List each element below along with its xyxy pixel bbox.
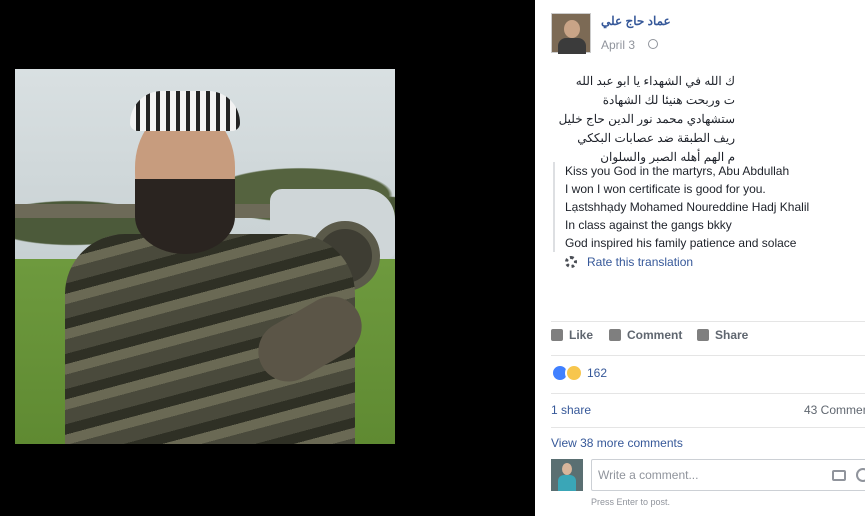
- author-name[interactable]: عماد حاج علي: [601, 14, 671, 28]
- comments-count[interactable]: 43 Commen: [804, 403, 865, 417]
- photo-person-scarf: [130, 91, 240, 131]
- avatar-body: [558, 475, 576, 491]
- author-avatar[interactable]: [551, 13, 591, 54]
- press-enter-hint: Press Enter to post.: [591, 497, 671, 507]
- arabic-line: ريف الطبقة ضد عصابات البككي: [577, 131, 735, 145]
- globe-icon: [648, 39, 658, 49]
- post-arabic-text: ك الله في الشهداء يا ابو عبد الله ت وربح…: [535, 72, 735, 167]
- comment-box[interactable]: [591, 459, 865, 491]
- translation-line: In class against the gangs bkky: [565, 218, 732, 232]
- divider: [551, 321, 865, 322]
- like-button[interactable]: Like: [551, 328, 593, 342]
- comment-input[interactable]: [598, 468, 818, 482]
- divider: [551, 355, 865, 356]
- like-label: Like: [569, 328, 594, 342]
- avatar-face: [564, 20, 580, 38]
- comment-button[interactable]: Comment: [609, 328, 682, 342]
- comment-label: Comment: [627, 328, 683, 342]
- divider: [551, 393, 865, 394]
- emoji-icon[interactable]: [856, 468, 865, 482]
- translation-line: God inspired his family patience and sol…: [565, 236, 797, 250]
- arabic-line: ت وربحت هنيئا لك الشهادة: [602, 93, 735, 107]
- post-actions: Like Comment Share: [551, 328, 865, 348]
- post-panel: عماد حاج علي April 3 ك الله في الشهداء ي…: [535, 0, 865, 516]
- share-label: Share: [715, 328, 749, 342]
- comment-icon: [609, 329, 621, 341]
- view-more-comments-link[interactable]: View 38 more comments: [551, 436, 683, 450]
- arabic-line: ك الله في الشهداء يا ابو عبد الله: [575, 74, 735, 88]
- translation-line: Lạstshhạdy Mohamed Noureddine Hadj Khali…: [565, 200, 810, 214]
- photo-person-beard: [135, 179, 235, 254]
- rate-translation-link[interactable]: Rate this translation: [587, 255, 693, 269]
- avatar-face: [562, 463, 572, 475]
- gear-icon[interactable]: [565, 256, 577, 268]
- post-photo[interactable]: [15, 69, 395, 444]
- arabic-line: ستشهادي محمد نور الدين حاج خليل: [558, 112, 735, 126]
- shares-link[interactable]: 1 share: [551, 403, 591, 417]
- translation-line: Kiss you God in the martyrs, Abu Abdulla…: [565, 164, 790, 178]
- photo-viewer: [0, 0, 535, 516]
- post-translation: Kiss you God in the martyrs, Abu Abdulla…: [553, 162, 853, 252]
- reaction-count: 162: [587, 366, 608, 380]
- share-icon: [697, 329, 709, 341]
- post-date[interactable]: April 3: [601, 38, 635, 52]
- divider: [551, 427, 865, 428]
- share-button[interactable]: Share: [697, 328, 748, 342]
- avatar-body: [558, 38, 586, 54]
- sad-reaction-icon: [565, 364, 583, 382]
- translation-line: I won I won certificate is good for you.: [565, 182, 766, 196]
- thumbs-up-icon: [551, 329, 563, 341]
- camera-icon[interactable]: [832, 470, 846, 481]
- commenter-avatar[interactable]: [551, 459, 583, 491]
